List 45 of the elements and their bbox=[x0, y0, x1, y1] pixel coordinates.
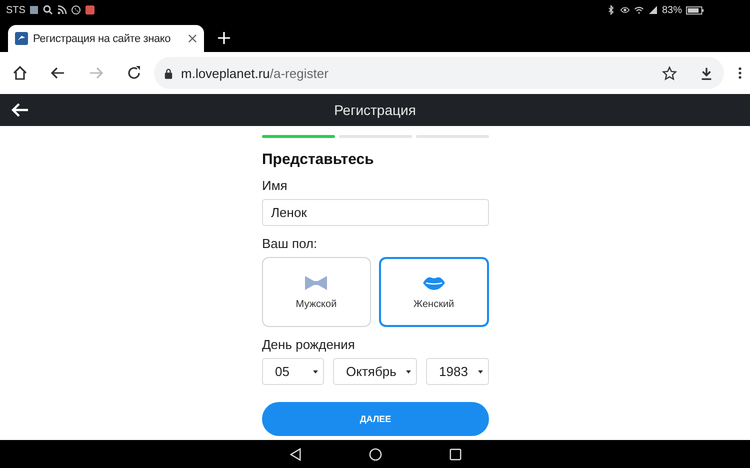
caret-icon bbox=[478, 370, 483, 374]
caret-icon bbox=[406, 370, 411, 374]
lock-icon bbox=[164, 68, 173, 78]
carrier-name: STS bbox=[6, 4, 26, 16]
name-input-field[interactable]: Ленок bbox=[262, 199, 489, 226]
field-label: Ваш пол: bbox=[262, 236, 318, 251]
gender-option[interactable]: Женский bbox=[378, 257, 489, 327]
date-select[interactable]: 1983 bbox=[426, 358, 489, 385]
form-heading: Представьтесь bbox=[262, 151, 375, 168]
page-title: Регистрация bbox=[334, 102, 416, 118]
app-notification-icon bbox=[85, 5, 96, 15]
bluetooth-icon bbox=[606, 5, 616, 15]
wifi-icon bbox=[634, 5, 644, 15]
star-icon[interactable] bbox=[662, 66, 677, 80]
download-icon[interactable] bbox=[699, 66, 714, 80]
browser-tab[interactable]: Регистрация на сайте знако bbox=[8, 25, 204, 52]
reload-icon[interactable] bbox=[126, 65, 142, 81]
notification-icon bbox=[29, 5, 40, 15]
rss-icon bbox=[57, 5, 68, 15]
date-select[interactable]: Октябрь bbox=[333, 358, 417, 385]
home-nav-icon[interactable] bbox=[368, 448, 382, 460]
battery-percent: 83% bbox=[662, 4, 682, 16]
close-icon[interactable] bbox=[188, 34, 197, 43]
menu-icon[interactable] bbox=[738, 66, 742, 80]
date-select[interactable]: 05 bbox=[262, 358, 324, 385]
search-icon bbox=[43, 5, 54, 15]
back-icon[interactable] bbox=[50, 65, 66, 81]
field-label: День рождения bbox=[262, 337, 356, 352]
url-text: m.loveplanet.ru/a-register bbox=[181, 66, 330, 80]
address-bar[interactable]: m.loveplanet.ru/a-register bbox=[154, 57, 724, 89]
site-favicon-icon bbox=[15, 32, 28, 45]
tab-title: Регистрация на сайте знако bbox=[33, 32, 172, 44]
field-label: Имя bbox=[262, 178, 288, 193]
back-arrow-icon[interactable] bbox=[11, 102, 29, 118]
back-nav-icon[interactable] bbox=[288, 448, 302, 460]
eye-icon bbox=[620, 5, 630, 15]
bow-tie-icon bbox=[304, 274, 328, 290]
signal-icon bbox=[648, 5, 658, 15]
recents-nav-icon[interactable] bbox=[448, 448, 462, 460]
home-icon[interactable] bbox=[12, 65, 28, 81]
new-tab-icon[interactable] bbox=[218, 32, 230, 44]
caret-icon bbox=[313, 370, 318, 374]
lips-icon bbox=[422, 274, 446, 290]
gender-option[interactable]: Мужской bbox=[262, 257, 370, 327]
battery-icon bbox=[686, 6, 704, 14]
